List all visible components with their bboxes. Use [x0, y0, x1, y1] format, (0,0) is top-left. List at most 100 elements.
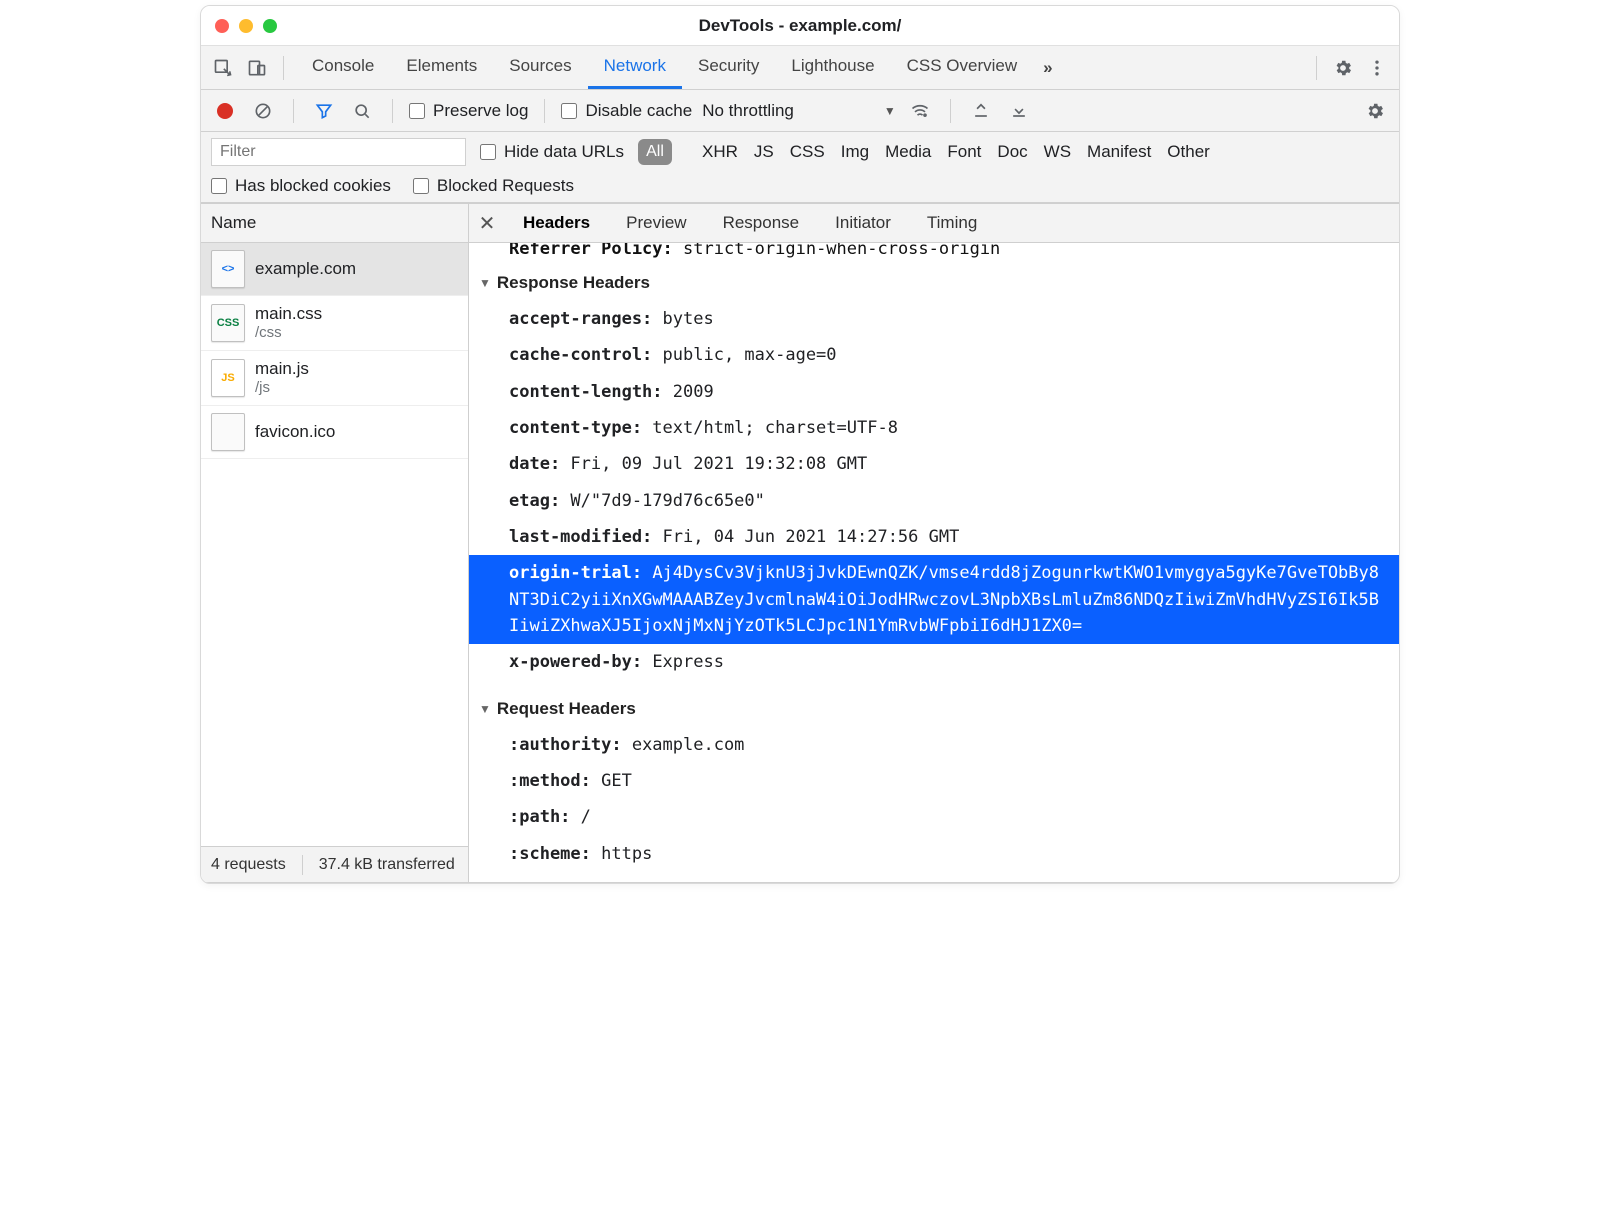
header-key: date:	[509, 454, 570, 474]
hide-data-urls-checkbox[interactable]: Hide data URLs	[480, 142, 624, 162]
disclosure-triangle-icon: ▼	[479, 276, 491, 290]
header-key: last-modified:	[509, 527, 663, 547]
filter-bar: Hide data URLs All XHR JS CSS Img Media Font D…	[201, 132, 1399, 203]
header-row[interactable]: date: Fri, 09 Jul 2021 19:32:08 GMT	[469, 446, 1399, 482]
close-detail-icon[interactable]: ✕	[469, 211, 505, 236]
header-row[interactable]: accept-ranges: bytes	[469, 301, 1399, 337]
request-name: main.js	[255, 358, 309, 379]
header-key: content-type:	[509, 418, 652, 438]
disable-cache-label: Disable cache	[585, 101, 692, 121]
minimize-window-button[interactable]	[239, 19, 253, 33]
close-window-button[interactable]	[215, 19, 229, 33]
headers-body[interactable]: Referrer Policy: strict-origin-when-cros…	[469, 243, 1399, 882]
kebab-menu-icon[interactable]	[1363, 54, 1391, 82]
header-row: Referrer Policy: strict-origin-when-cros…	[469, 243, 1399, 265]
record-button[interactable]	[211, 97, 239, 125]
request-row[interactable]: <>example.com	[201, 243, 468, 296]
detail-tab-headers[interactable]: Headers	[505, 204, 608, 242]
type-filter-media[interactable]: Media	[885, 142, 931, 161]
hide-data-urls-label: Hide data URLs	[504, 142, 624, 162]
separator	[950, 99, 951, 123]
request-list-header[interactable]: Name	[201, 203, 468, 243]
tab-console[interactable]: Console	[296, 46, 390, 89]
type-filter-img[interactable]: Img	[841, 142, 869, 161]
header-row[interactable]: :method: GET	[469, 763, 1399, 799]
detail-tab-preview[interactable]: Preview	[608, 204, 704, 242]
separator	[392, 99, 393, 123]
type-filter-other[interactable]: Other	[1167, 142, 1210, 161]
zoom-window-button[interactable]	[263, 19, 277, 33]
network-conditions-icon[interactable]	[906, 97, 934, 125]
header-value: Fri, 04 Jun 2021 14:27:56 GMT	[663, 527, 960, 547]
transfer-size: 37.4 kB transferred	[319, 856, 455, 874]
response-headers-section[interactable]: ▼ Response Headers	[469, 265, 1399, 301]
type-filter-doc[interactable]: Doc	[997, 142, 1027, 161]
header-row[interactable]: :path: /	[469, 799, 1399, 835]
traffic-lights	[201, 19, 277, 33]
type-filter-xhr[interactable]: XHR	[702, 142, 738, 161]
has-blocked-cookies-checkbox[interactable]: Has blocked cookies	[211, 176, 391, 196]
header-row[interactable]: content-type: text/html; charset=UTF-8	[469, 410, 1399, 446]
header-row[interactable]: last-modified: Fri, 04 Jun 2021 14:27:56…	[469, 519, 1399, 555]
header-row[interactable]: cache-control: public, max-age=0	[469, 337, 1399, 373]
search-icon[interactable]	[348, 97, 376, 125]
file-type-icon: <>	[211, 250, 245, 288]
type-filter-js[interactable]: JS	[754, 142, 774, 161]
header-key: :scheme:	[509, 844, 601, 864]
request-row[interactable]: favicon.ico	[201, 406, 468, 459]
disable-cache-checkbox[interactable]: Disable cache	[561, 101, 692, 121]
tab-network[interactable]: Network	[588, 46, 682, 89]
type-filter-font[interactable]: Font	[947, 142, 981, 161]
more-tabs-button[interactable]: »	[1033, 46, 1062, 89]
blocked-requests-checkbox[interactable]: Blocked Requests	[413, 176, 574, 196]
tab-elements[interactable]: Elements	[390, 46, 493, 89]
header-key: origin-trial:	[509, 563, 642, 583]
request-row[interactable]: JSmain.js/js	[201, 351, 468, 406]
devtools-window: DevTools - example.com/ ConsoleElementsS…	[200, 5, 1400, 884]
filter-input[interactable]	[211, 138, 466, 166]
header-value: public, max-age=0	[663, 345, 837, 365]
panel-tabs-row: ConsoleElementsSourcesNetworkSecurityLig…	[201, 46, 1399, 90]
header-row[interactable]: :authority: example.com	[469, 727, 1399, 763]
detail-tab-response[interactable]: Response	[705, 204, 818, 242]
header-key: :method:	[509, 771, 601, 791]
tab-css-overview[interactable]: CSS Overview	[891, 46, 1034, 89]
network-settings-gear-icon[interactable]	[1361, 97, 1389, 125]
toggle-device-icon[interactable]	[243, 54, 271, 82]
header-row[interactable]: :scheme: https	[469, 836, 1399, 872]
throttling-caret-icon[interactable]: ▼	[884, 104, 896, 118]
header-value: GET	[601, 771, 632, 791]
header-row-highlighted[interactable]: origin-trial: Aj4DysCv3VjknU3jJvkDEwnQZK…	[469, 555, 1399, 644]
window-title: DevTools - example.com/	[699, 16, 902, 36]
tab-lighthouse[interactable]: Lighthouse	[775, 46, 890, 89]
header-row[interactable]: etag: W/"7d9-179d76c65e0"	[469, 483, 1399, 519]
filter-funnel-icon[interactable]	[310, 97, 338, 125]
export-har-icon[interactable]	[1005, 97, 1033, 125]
throttling-select[interactable]: No throttling	[702, 101, 794, 121]
header-row[interactable]: content-length: 2009	[469, 374, 1399, 410]
header-row[interactable]: accept: text/html,application/xhtml+xml,…	[469, 872, 1399, 882]
type-filter-css[interactable]: CSS	[790, 142, 825, 161]
request-headers-section[interactable]: ▼ Request Headers	[469, 691, 1399, 727]
clear-log-icon[interactable]	[249, 97, 277, 125]
header-value: 2009	[673, 382, 714, 402]
detail-tab-timing[interactable]: Timing	[909, 204, 995, 242]
type-filter-manifest[interactable]: Manifest	[1087, 142, 1151, 161]
filter-all-pill[interactable]: All	[638, 139, 672, 165]
inspect-element-icon[interactable]	[209, 54, 237, 82]
detail-tab-initiator[interactable]: Initiator	[817, 204, 909, 242]
tab-security[interactable]: Security	[682, 46, 775, 89]
network-toolbar: Preserve log Disable cache No throttling…	[201, 90, 1399, 132]
header-key: x-powered-by:	[509, 652, 642, 672]
request-row[interactable]: CSSmain.css/css	[201, 296, 468, 351]
separator	[283, 56, 284, 80]
import-har-icon[interactable]	[967, 97, 995, 125]
type-filter-ws[interactable]: WS	[1044, 142, 1071, 161]
header-row[interactable]: x-powered-by: Express	[469, 644, 1399, 680]
request-list-footer: 4 requests 37.4 kB transferred	[201, 846, 468, 882]
tab-sources[interactable]: Sources	[493, 46, 587, 89]
settings-gear-icon[interactable]	[1329, 54, 1357, 82]
file-type-icon: CSS	[211, 304, 245, 342]
preserve-log-checkbox[interactable]: Preserve log	[409, 101, 528, 121]
disclosure-triangle-icon: ▼	[479, 702, 491, 716]
